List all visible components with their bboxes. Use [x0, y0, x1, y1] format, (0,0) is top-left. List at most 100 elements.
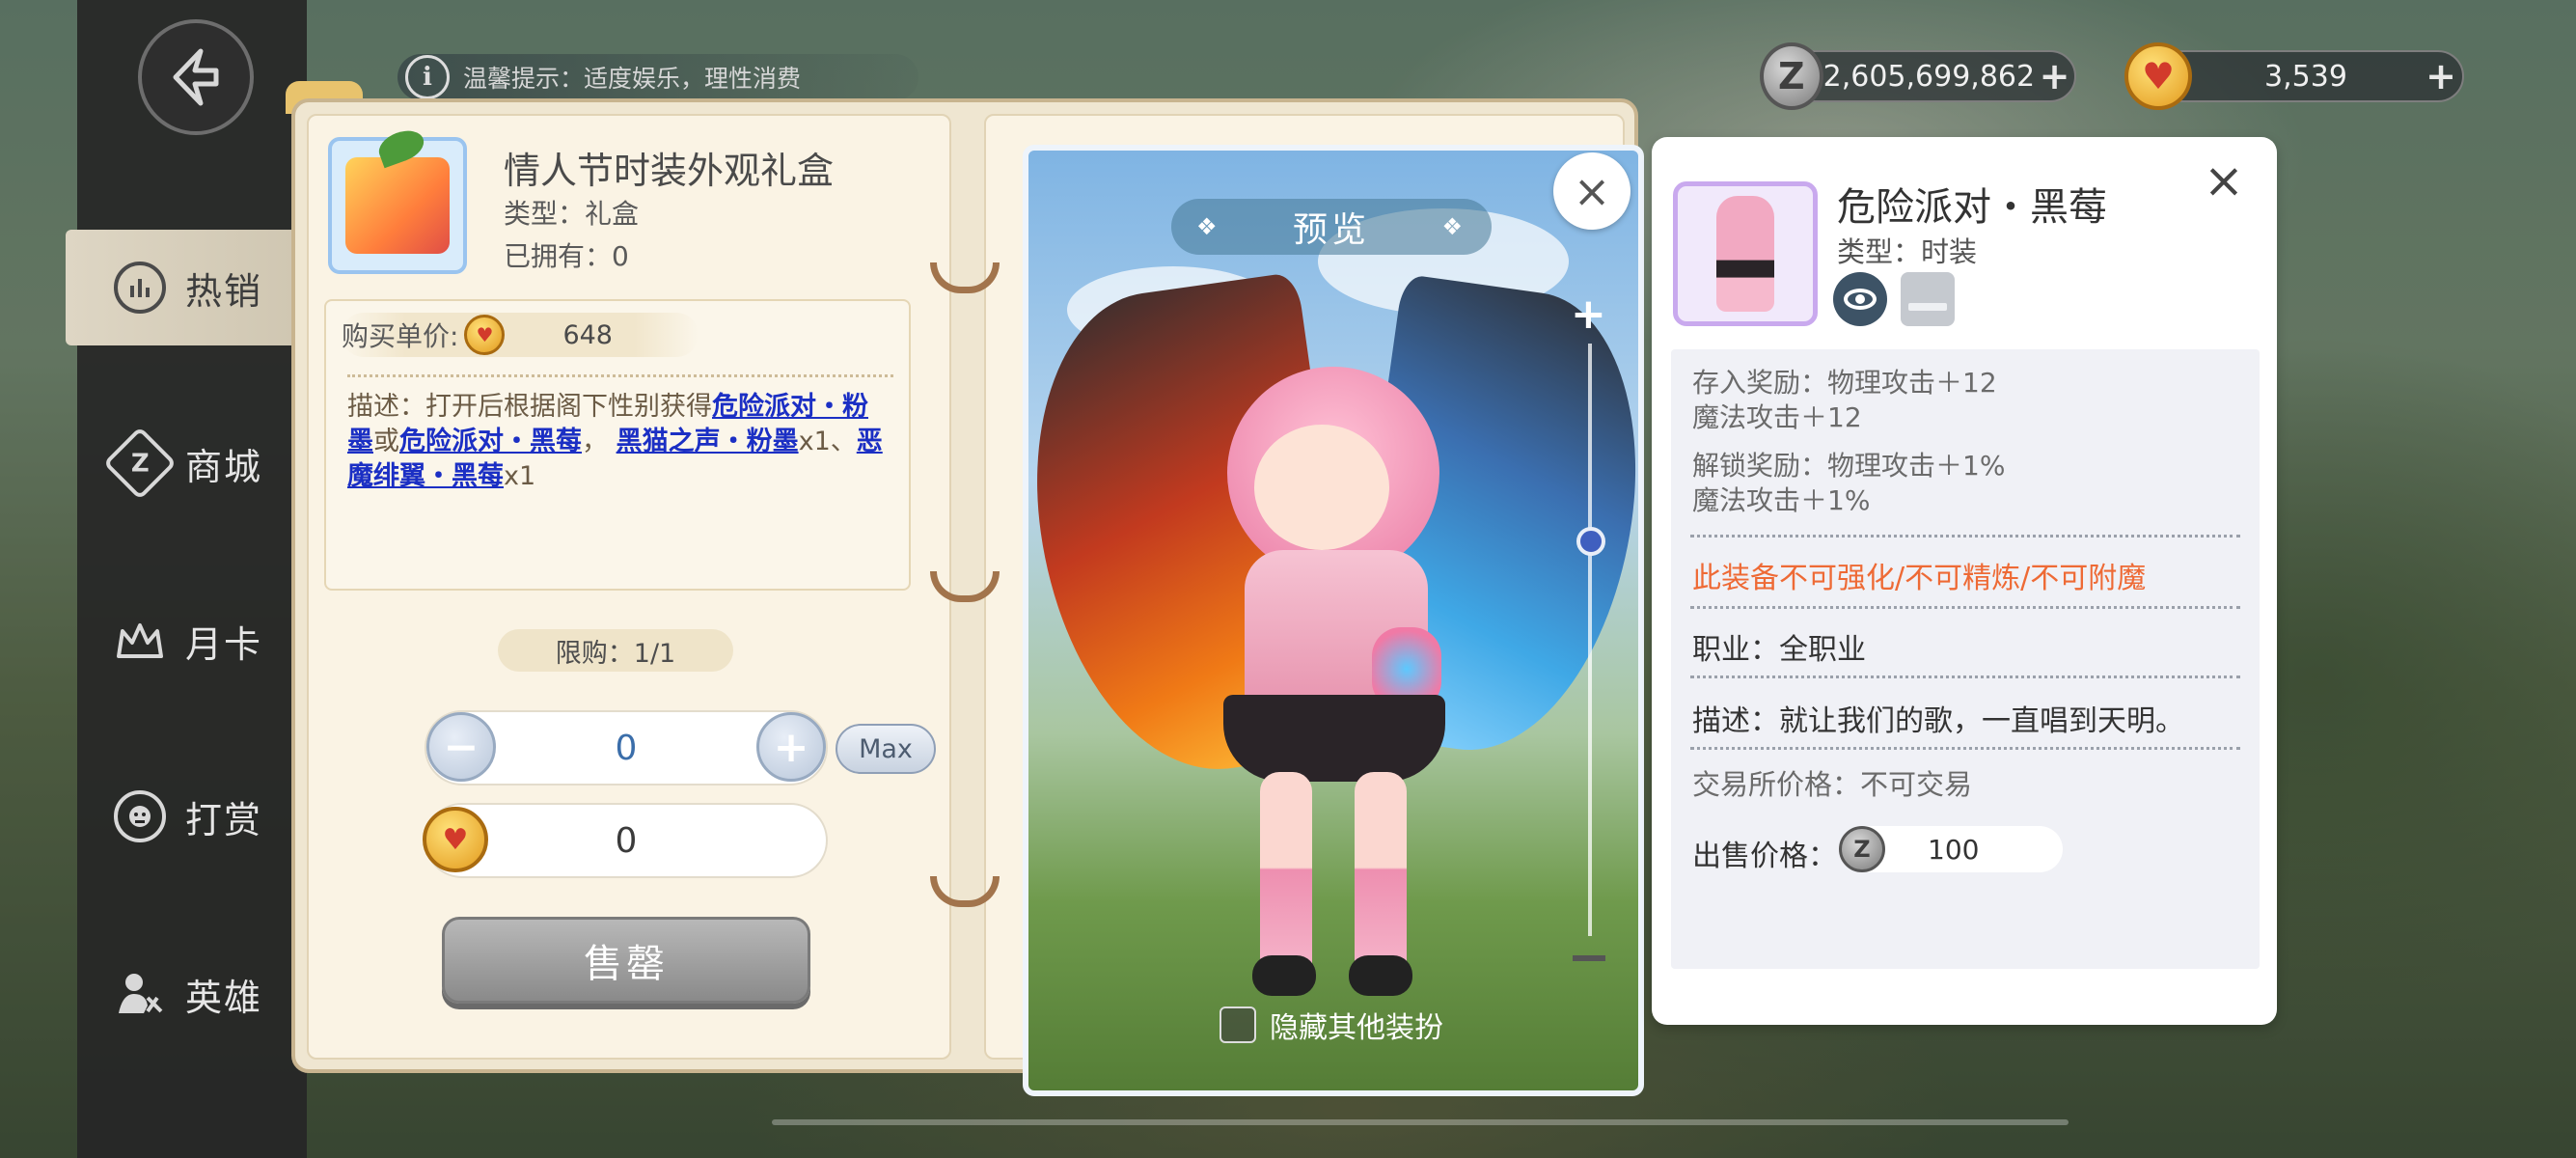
zeny-coin-icon: Z	[1839, 826, 1885, 872]
outfit-thumbnail	[1716, 196, 1774, 312]
desc-comma: ，	[582, 427, 608, 456]
minus-icon: −	[443, 722, 480, 772]
sell-price-label: 出售价格：	[1692, 840, 1837, 873]
item-icon	[328, 137, 467, 274]
link-danger-party-black[interactable]: 危险派对・黑莓	[399, 427, 582, 456]
diamond-icon: ❖	[1441, 213, 1466, 240]
character-leg	[1355, 772, 1407, 984]
zoom-in-button[interactable]: +	[1571, 290, 1606, 339]
cat-coin-icon: ♥	[2124, 42, 2192, 110]
desc-or: 或	[373, 427, 399, 456]
sidebar-item-label: 打赏	[185, 798, 263, 841]
item-type: 类型：礼盒	[504, 198, 640, 230]
character-shoe	[1349, 955, 1412, 996]
gem-currency: ♥ 3,539 +	[2124, 42, 2464, 110]
sidebar-item-label: 月卡	[185, 622, 263, 666]
trade-price: 交易所价格：不可交易	[1692, 768, 1973, 801]
sidebar-item-hero[interactable]: 英雄	[66, 936, 307, 1052]
detail-type: 类型：时装	[1837, 235, 1978, 268]
divider	[1690, 606, 2240, 609]
tip-text: 温馨提示：适度娱乐，理性消费	[463, 65, 802, 93]
hide-other-outfits-label: 隐藏其他装扮	[1270, 1011, 1443, 1045]
tray-icon[interactable]	[1901, 272, 1955, 326]
unit-price: 购买单价: ♥ 648	[342, 313, 699, 357]
diamond-icon: ❖	[1196, 213, 1221, 240]
detail-title: 危险派对・黑莓	[1837, 185, 2107, 230]
total-price-value: 0	[615, 820, 638, 861]
max-button[interactable]: Max	[836, 724, 936, 774]
sidebar-item-label: 热销	[185, 269, 263, 313]
back-arrow-icon	[173, 48, 219, 106]
sidebar-item-reward[interactable]: 打赏	[66, 758, 307, 874]
quantity-value: 0	[615, 728, 638, 768]
character-face	[1254, 425, 1389, 550]
close-preview-button[interactable]: ×	[1553, 152, 1631, 230]
purchase-limit: 限购：1/1	[498, 629, 733, 672]
unlock-reward-line-2: 魔法攻击＋1%	[1692, 484, 1871, 516]
close-detail-button[interactable]: ×	[2200, 152, 2248, 208]
preview-eye-button[interactable]	[1833, 272, 1887, 326]
desc-x1a: x1、	[798, 427, 857, 456]
sidebar-item-label: 英雄	[185, 976, 263, 1019]
sidebar-item-mall[interactable]: Z 商城	[66, 405, 307, 521]
plus-icon: +	[773, 722, 809, 772]
zeny-icon: Z	[102, 426, 178, 501]
detail-description: 描述：就让我们的歌，一直唱到天明。	[1692, 704, 2184, 738]
zoom-slider-track[interactable]	[1588, 344, 1592, 936]
face-icon	[114, 790, 166, 842]
desc-prefix: 描述：打开后根据阁下性别获得	[347, 392, 712, 422]
sidebar-item-label: 商城	[185, 445, 263, 488]
divider	[347, 374, 893, 377]
divider	[1690, 676, 2240, 678]
item-title: 情人节时装外观礼盒	[504, 150, 835, 192]
home-indicator[interactable]	[772, 1119, 2069, 1125]
item-owned: 已拥有：0	[504, 240, 629, 272]
no-enhance-warning: 此装备不可强化/不可精炼/不可附魔	[1692, 562, 2147, 595]
add-zeny-button[interactable]: +	[2035, 55, 2074, 97]
outfit-icon	[1673, 181, 1818, 326]
link-black-cat-voice[interactable]: 黑猫之声・粉墨	[617, 427, 799, 456]
add-gem-button[interactable]: +	[2420, 55, 2462, 97]
item-description: 描述：打开后根据阁下性别获得危险派对・粉墨或危险派对・黑莓， 黑猫之声・粉墨x1…	[347, 390, 893, 494]
divider	[1690, 535, 2240, 538]
character-leg	[1260, 772, 1312, 984]
job-requirement: 职业：全职业	[1692, 633, 1866, 667]
divider	[1690, 747, 2240, 750]
zoom-slider-handle[interactable]	[1576, 527, 1605, 556]
desc-x1b: x1	[504, 461, 536, 491]
cat-coin-icon: ♥	[423, 807, 488, 872]
gift-box-icon	[345, 157, 450, 254]
hide-other-outfits-toggle[interactable]: 隐藏其他装扮	[1219, 1004, 1443, 1046]
hero-icon	[114, 968, 166, 1020]
info-icon: i	[405, 55, 450, 99]
close-icon: ×	[2204, 152, 2244, 208]
unit-price-label: 购买单价:	[342, 320, 459, 352]
sidebar-item-monthly-card[interactable]: 月卡	[66, 583, 307, 699]
store-reward-line-2: 魔法攻击＋12	[1692, 401, 1862, 433]
unit-price-value: 648	[562, 319, 613, 350]
eye-icon	[1844, 289, 1877, 310]
cat-coin-icon: ♥	[464, 315, 506, 355]
zoom-out-button[interactable]	[1573, 955, 1605, 961]
zeny-currency: Z 2,605,699,862 +	[1760, 42, 2076, 110]
gem-amount: 3,539	[2264, 59, 2347, 94]
back-button[interactable]	[138, 19, 254, 135]
preview-title: 预览	[1292, 210, 1370, 250]
character-shoe	[1252, 955, 1316, 996]
increase-button[interactable]: +	[756, 712, 826, 782]
sell-price: Z 100	[1839, 826, 2063, 872]
tip-bar: i 温馨提示：适度娱乐，理性消费	[397, 54, 918, 100]
crown-icon	[114, 615, 166, 667]
close-icon: ×	[1573, 165, 1611, 217]
zeny-coin-icon: Z	[1760, 42, 1823, 110]
preview-title-bar: ❖ 预览 ❖	[1171, 199, 1492, 255]
sell-price-value: 100	[1928, 833, 1980, 866]
decrease-button[interactable]: −	[426, 712, 496, 782]
zeny-amount: 2,605,699,862	[1822, 59, 2036, 94]
unlock-reward-line-1: 解锁奖励：物理攻击＋1%	[1692, 450, 2006, 482]
character-skirt	[1223, 695, 1445, 782]
sold-out-button[interactable]: 售罄	[442, 917, 810, 1004]
store-reward-line-1: 存入奖励：物理攻击＋12	[1692, 367, 1997, 399]
checkbox[interactable]	[1219, 1006, 1256, 1043]
sidebar-item-hot[interactable]: 热销	[66, 230, 307, 345]
